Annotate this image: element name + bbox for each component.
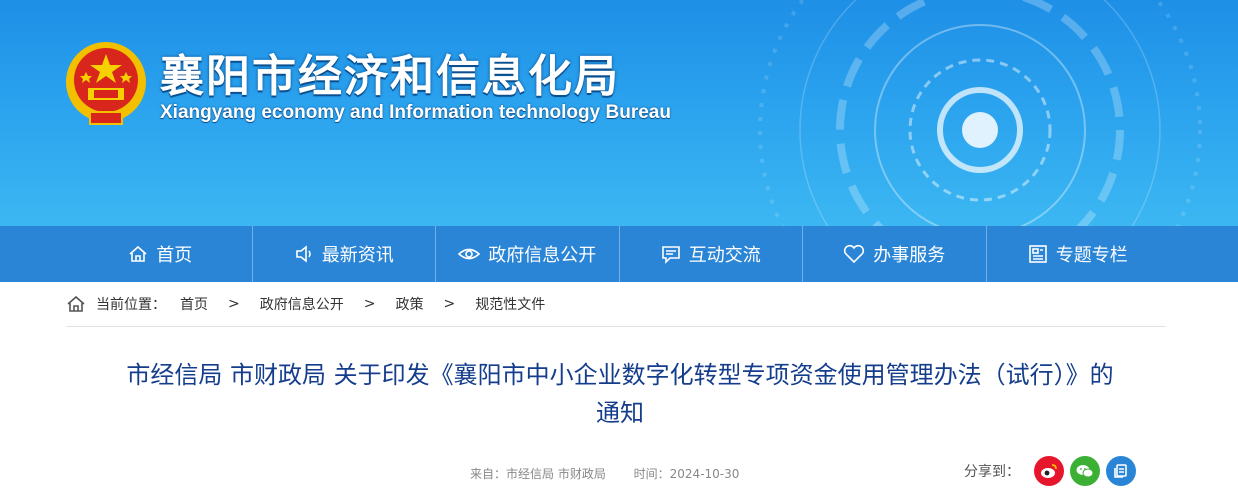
nav-item-interaction[interactable]: 互动交流 — [620, 226, 803, 282]
breadcrumb: 当前位置： 首页 > 政府信息公开 > 政策 > 规范性文件 — [66, 282, 1166, 327]
article-date: 时间：2024-10-30 — [633, 467, 740, 481]
article-title: 市经信局 市财政局 关于印发《襄阳市中小企业数字化转型专项资金使用管理办法（试行… — [126, 361, 1114, 427]
copy-icon[interactable] — [1106, 456, 1136, 486]
nav-item-label: 专题专栏 — [1055, 245, 1128, 266]
nav-item-label: 首页 — [156, 245, 193, 266]
breadcrumb-link-normative-docs[interactable]: 规范性文件 — [475, 294, 545, 314]
tech-circle-decoration — [758, 0, 1202, 226]
nav-item-label: 办事服务 — [873, 245, 946, 266]
chat-icon — [661, 246, 680, 264]
article-meta: 来自：市经信局 市财政局 时间：2024-10-30 — [470, 465, 739, 482]
share-bar: 分享到： — [964, 456, 1136, 486]
nav-item-topics[interactable]: 专题专栏 — [987, 226, 1170, 282]
breadcrumb-separator: > — [443, 296, 456, 312]
nav-item-news[interactable]: 最新资讯 — [253, 226, 436, 282]
heart-icon — [844, 244, 865, 264]
breadcrumb-label: 当前位置： — [96, 297, 166, 313]
nav-item-services[interactable]: 办事服务 — [803, 226, 987, 282]
nav-item-label: 最新资讯 — [321, 245, 394, 266]
newspaper-icon — [1028, 245, 1047, 263]
breadcrumb-link-home[interactable]: 首页 — [180, 294, 208, 314]
home-icon — [129, 245, 147, 262]
national-emblem-logo — [66, 42, 146, 125]
wechat-icon[interactable] — [1070, 456, 1100, 486]
weibo-icon[interactable] — [1034, 456, 1064, 486]
home-icon — [66, 294, 86, 314]
nav-item-home[interactable]: 首页 — [69, 226, 253, 282]
site-title: 襄阳市经济和信息化局 — [160, 51, 620, 102]
header-banner: 襄阳市经济和信息化局 Xiangyang economy and Informa… — [0, 0, 1238, 226]
site-subtitle: Xiangyang economy and Information techno… — [160, 102, 671, 123]
main-nav: 首页 最新资讯 政府信息公开 互动交流 办事服务 专题专栏 — [0, 226, 1238, 282]
breadcrumb-separator: > — [363, 296, 376, 312]
nav-item-label: 互动交流 — [688, 245, 761, 266]
breadcrumb-link-policy[interactable]: 政策 — [395, 294, 423, 314]
breadcrumb-separator: > — [228, 296, 240, 312]
nav-item-label: 政府信息公开 — [488, 245, 597, 266]
article-source: 来自：市经信局 市财政局 — [470, 467, 606, 481]
breadcrumb-link-gov-info[interactable]: 政府信息公开 — [260, 294, 344, 314]
share-label: 分享到： — [964, 464, 1020, 480]
speaker-icon — [295, 245, 311, 263]
nav-item-gov-info[interactable]: 政府信息公开 — [436, 226, 620, 282]
eye-icon — [458, 248, 481, 260]
